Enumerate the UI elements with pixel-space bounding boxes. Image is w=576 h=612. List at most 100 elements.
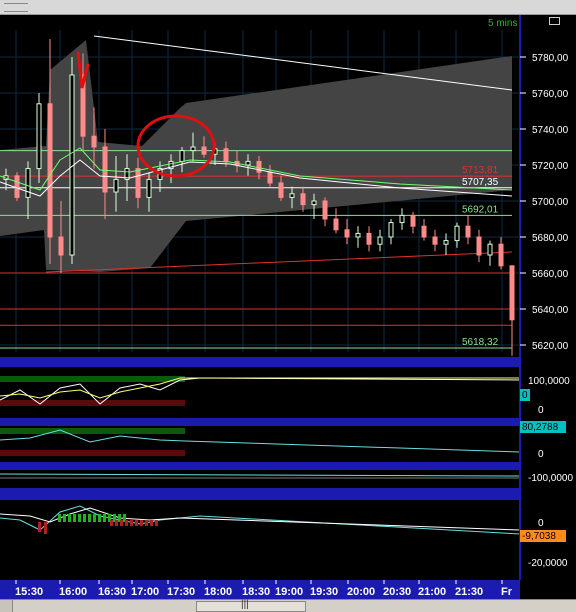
candle-body [223,148,229,162]
candle-body [201,146,207,155]
macd-histogram-bar [150,520,153,526]
macd-histogram-bar [73,514,76,522]
candle-body [465,225,471,238]
panel-divider [0,418,576,426]
candle-body [366,232,372,245]
macd-histogram-bar [83,514,86,522]
horizontal-scrollbar[interactable]: ||| [0,599,576,612]
time-tick-label: 17:30 [167,586,195,598]
candle-body [443,240,449,245]
macd-histogram-bar [115,520,118,526]
price-tick-label: 5640,00 [532,305,569,316]
level-label: 5707,35 [462,177,499,188]
price-tick-label: 5620,00 [532,341,569,352]
candle-body [289,193,295,198]
indicator-tick-label: 0 [538,518,544,529]
scroll-left-button[interactable] [0,600,13,612]
candle-body [421,225,427,238]
level-label: 5692,01 [462,204,499,215]
price-tick-label: 5700,00 [532,197,569,208]
candle-body [322,200,328,220]
macd-histogram-bar [38,522,41,532]
level-label: 5713,81 [462,165,499,176]
candle-body [399,214,405,224]
candle-body [36,103,42,170]
indicator-zero-label: 0 [538,449,544,460]
time-tick-label: 20:30 [383,586,411,598]
time-tick-label: 17:00 [131,586,159,598]
time-tick-label: 18:30 [242,586,270,598]
indicator-histogram-up [0,376,185,382]
macd-histogram-bar [58,514,61,522]
candle-body [454,225,460,242]
time-tick-label: 16:30 [98,586,126,598]
time-tick-label: 18:00 [204,586,232,598]
indicator-value-text: 0 [522,390,528,401]
time-tick-label: 16:00 [59,586,87,598]
candle-body [487,243,493,256]
grip-icon[interactable] [4,3,28,12]
candle-body [135,168,141,198]
candle-body [355,232,361,238]
time-tick-label: 21:00 [418,586,446,598]
candle-body [388,222,394,238]
toolbar [0,0,576,15]
candle-body [91,135,97,148]
candle-body [311,200,317,206]
price-tick-label: 5720,00 [532,161,569,172]
candle-body [267,171,273,184]
candle-body [190,146,196,152]
maximize-icon[interactable] [549,17,560,25]
candle-body [179,150,185,162]
macd-histogram-bar [140,520,143,526]
panel-divider [0,462,576,470]
time-tick-label: 20:00 [347,586,375,598]
candle-body [344,229,350,238]
price-tick-label: 5680,00 [532,233,569,244]
time-tick-label: 21:30 [455,586,483,598]
candle-body [432,236,438,245]
price-tick-label: 5760,00 [532,89,569,100]
macd-histogram-bar [63,514,66,522]
time-tick-label: 19:30 [310,586,338,598]
price-tick-label: 5780,00 [532,53,569,64]
candle-body [300,193,306,206]
macd-histogram-bar [103,514,106,522]
candle-body [14,175,20,198]
candle-body [509,265,515,321]
price-chart[interactable]: 5 mins 5713,815707,35 5692,01 5618,32 5780… [0,0,576,599]
indicator-histogram-down [0,450,185,456]
time-tick-label: Fr [501,586,513,598]
indicator-tick-label: -20,0000 [528,558,568,569]
candle-body [58,236,64,256]
indicator-tick-label: 100,0000 [528,376,570,387]
candle-body [377,236,383,245]
macd-histogram-bar [44,522,47,534]
candle-body [333,218,339,231]
candle-body [25,168,31,198]
time-tick-label: 19:00 [275,586,303,598]
candle-body [113,178,119,193]
candle-body [245,160,251,166]
indicator-tick-label: -100,0000 [528,473,573,484]
candle-body [146,178,152,198]
indicator-histogram-down [0,400,185,406]
price-tick-label: 5660,00 [532,269,569,280]
candle-body [47,103,53,238]
scroll-thumb[interactable]: ||| [196,599,306,612]
macd-histogram-bar [125,520,128,526]
level-label: 5618,32 [462,337,499,348]
macd-histogram-bar [68,514,71,522]
candle-body [498,243,504,267]
macd-histogram-bar [110,520,113,526]
macd-histogram-bar [135,520,138,526]
macd-histogram-bar [93,514,96,522]
macd-histogram-bar [78,514,81,522]
chart-window: 5 mins 5713,81 5707,35 5692,01 5618,32 5780… [0,0,576,612]
grip-icon: ||| [241,599,249,610]
candle-body [410,214,416,227]
indicator-value-text: -9,7038 [522,531,556,542]
macd-histogram-bar [88,514,91,522]
macd-histogram-bar [155,520,158,526]
timeframe-label: 5 mins [488,18,517,29]
